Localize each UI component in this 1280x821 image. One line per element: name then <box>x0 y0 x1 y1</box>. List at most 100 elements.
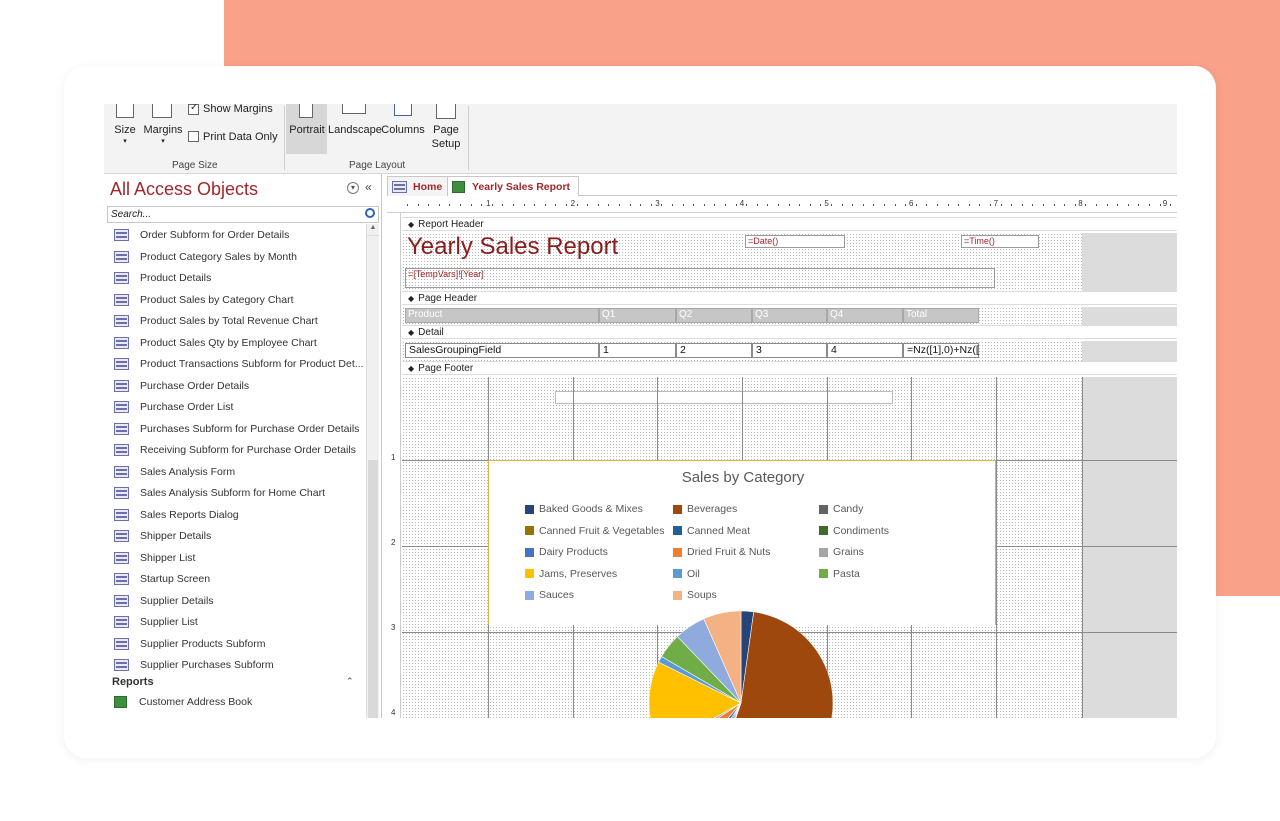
legend-label: Grains <box>833 546 864 558</box>
nav-menu-dropdown-icon[interactable]: ▾ <box>347 182 359 194</box>
sales-by-category-chart[interactable]: Sales by Category Baked Goods & Mixes Bev… <box>488 460 996 718</box>
column-header-label[interactable]: Q3 <box>752 308 827 323</box>
column-header-label[interactable]: Total <box>903 308 979 323</box>
column-header-label[interactable]: Product <box>405 308 599 323</box>
legend-label: Oil <box>687 567 700 580</box>
nav-form-item[interactable]: Purchase Order List <box>114 397 233 417</box>
columns-icon[interactable] <box>394 104 412 116</box>
ruler-tick <box>915 204 917 206</box>
nav-form-item[interactable]: Supplier Details <box>114 591 214 611</box>
page-header-section-bar[interactable]: ◆ Page Header <box>402 291 1177 305</box>
page-header-label: Page Header <box>418 292 478 304</box>
nav-form-item[interactable]: Product Transactions Subform for Product… <box>114 354 364 374</box>
detail-textbox[interactable]: =Nz([1],0)+Nz([ <box>903 343 979 358</box>
legend-swatch <box>525 504 534 514</box>
tab-home[interactable]: Home <box>387 176 452 196</box>
reports-collapse-icon[interactable]: ⌃ <box>346 676 354 687</box>
print-data-only-checkbox[interactable] <box>188 131 199 142</box>
tempvars-textbox[interactable]: =[TempVars]![Year] <box>405 268 995 288</box>
vertical-ruler: 1 2 3 4 <box>387 213 401 718</box>
margins-icon[interactable] <box>152 104 172 118</box>
show-margins-checkbox[interactable] <box>188 104 199 115</box>
nav-form-item[interactable]: Supplier Purchases Subform <box>114 655 274 675</box>
nav-form-item[interactable]: Purchase Order Details <box>114 376 249 396</box>
detail-textbox[interactable]: 4 <box>827 343 903 358</box>
nav-form-item[interactable]: Supplier Products Subform <box>114 634 265 654</box>
nav-search-input[interactable]: Search... <box>107 206 379 223</box>
size-icon[interactable] <box>116 104 134 118</box>
landscape-icon[interactable] <box>342 104 366 114</box>
nav-scrollbar[interactable]: ▲ <box>366 224 379 718</box>
ruler-tick <box>640 204 642 206</box>
nav-form-item[interactable]: Purchases Subform for Purchase Order Det… <box>114 419 359 439</box>
reports-group-heading[interactable]: Reports <box>112 676 154 688</box>
search-icon[interactable] <box>365 208 375 218</box>
detail-textbox[interactable]: 1 <box>599 343 676 358</box>
nav-form-item[interactable]: Product Sales by Total Revenue Chart <box>114 311 318 331</box>
report-title-label[interactable]: Yearly Sales Report <box>407 233 618 261</box>
page-setup-button-line1[interactable]: Page <box>430 124 462 136</box>
column-header-label[interactable]: Q4 <box>827 308 903 323</box>
nav-pane-title[interactable]: All Access Objects <box>110 179 258 200</box>
legend-swatch <box>673 590 682 600</box>
nav-form-item-label: Product Transactions Subform for Product… <box>140 358 364 370</box>
nav-form-item[interactable]: Product Sales Qty by Employee Chart <box>114 333 317 353</box>
nav-form-item[interactable]: Product Sales by Category Chart <box>114 290 294 310</box>
ruler-tick <box>937 204 938 206</box>
detail-textbox[interactable]: 3 <box>752 343 827 358</box>
column-header-label[interactable]: Q2 <box>676 308 752 323</box>
legend-item: Pasta <box>819 568 860 580</box>
landscape-button[interactable]: Landscape <box>328 124 382 136</box>
nav-form-item[interactable]: Product Category Sales by Month <box>114 247 297 267</box>
date-textbox[interactable]: =Date() <box>745 235 845 248</box>
nav-form-item[interactable]: Sales Analysis Subform for Home Chart <box>114 483 325 503</box>
ruler-tick <box>746 204 748 206</box>
detail-textbox[interactable]: 2 <box>676 343 752 358</box>
ruler-tick <box>958 204 960 206</box>
detail-textbox[interactable]: SalesGroupingField <box>405 343 599 358</box>
margins-button[interactable]: Margins <box>142 124 184 136</box>
scroll-up-arrow[interactable]: ▲ <box>367 224 379 236</box>
nav-form-item[interactable]: Sales Reports Dialog <box>114 505 239 525</box>
report-header-section-bar[interactable]: ◆ Report Header <box>402 217 1177 231</box>
legend-item: Canned Meat <box>673 525 750 537</box>
nav-form-item[interactable]: Product Details <box>114 268 211 288</box>
nav-form-item[interactable]: Receiving Subform for Purchase Order Det… <box>114 440 356 460</box>
tab-yearly-sales-report[interactable]: Yearly Sales Report <box>447 176 580 196</box>
nav-form-item-label: Product Sales by Category Chart <box>140 293 294 306</box>
nav-form-item-label: Product Sales Qty by Employee Chart <box>140 336 317 349</box>
page-footer-section-bar[interactable]: ◆ Page Footer <box>402 361 1177 375</box>
page-setup-icon[interactable] <box>436 104 456 119</box>
nav-form-item[interactable]: Shipper List <box>114 548 195 568</box>
legend-label: Condiments <box>833 524 890 537</box>
nav-form-item[interactable]: Supplier List <box>114 612 198 632</box>
ruler-tick <box>1000 204 1002 206</box>
nav-form-item[interactable]: Shipper Details <box>114 526 211 546</box>
nav-report-item[interactable]: Customer Address Book <box>114 692 252 712</box>
time-textbox[interactable]: =Time() <box>961 235 1039 248</box>
size-dropdown-icon[interactable]: ▾ <box>116 137 134 145</box>
size-button[interactable]: Size <box>112 124 138 136</box>
report-header-label: Report Header <box>418 218 484 230</box>
nav-form-item-label: Supplier Details <box>140 594 214 607</box>
detail-section-bar[interactable]: ◆ Detail <box>402 325 1177 339</box>
margins-dropdown-icon[interactable]: ▾ <box>154 137 172 145</box>
tab-home-label: Home <box>413 180 443 193</box>
scroll-thumb[interactable] <box>368 460 378 718</box>
nav-form-item[interactable]: Order Subform for Order Details <box>114 225 289 245</box>
column-header-label[interactable]: Q1 <box>599 308 676 323</box>
nav-form-item[interactable]: Startup Screen <box>114 569 210 589</box>
ruler-tick <box>1085 204 1087 206</box>
nav-form-item[interactable]: Sales Analysis Form <box>114 462 235 482</box>
portrait-button[interactable]: Portrait <box>287 124 327 136</box>
columns-button[interactable]: Columns <box>381 124 425 136</box>
page-number-textbox[interactable] <box>555 391 893 404</box>
shutter-bar-close-icon[interactable]: « <box>365 180 372 194</box>
page-setup-button-line2[interactable]: Setup <box>430 138 462 150</box>
ruler-tick <box>809 204 811 206</box>
portrait-icon[interactable] <box>299 104 313 118</box>
legend-label: Jams, Preserves <box>539 567 618 580</box>
form-icon <box>114 358 129 370</box>
ruler-number: 9 <box>1162 199 1168 208</box>
ruler-tick <box>894 204 896 206</box>
